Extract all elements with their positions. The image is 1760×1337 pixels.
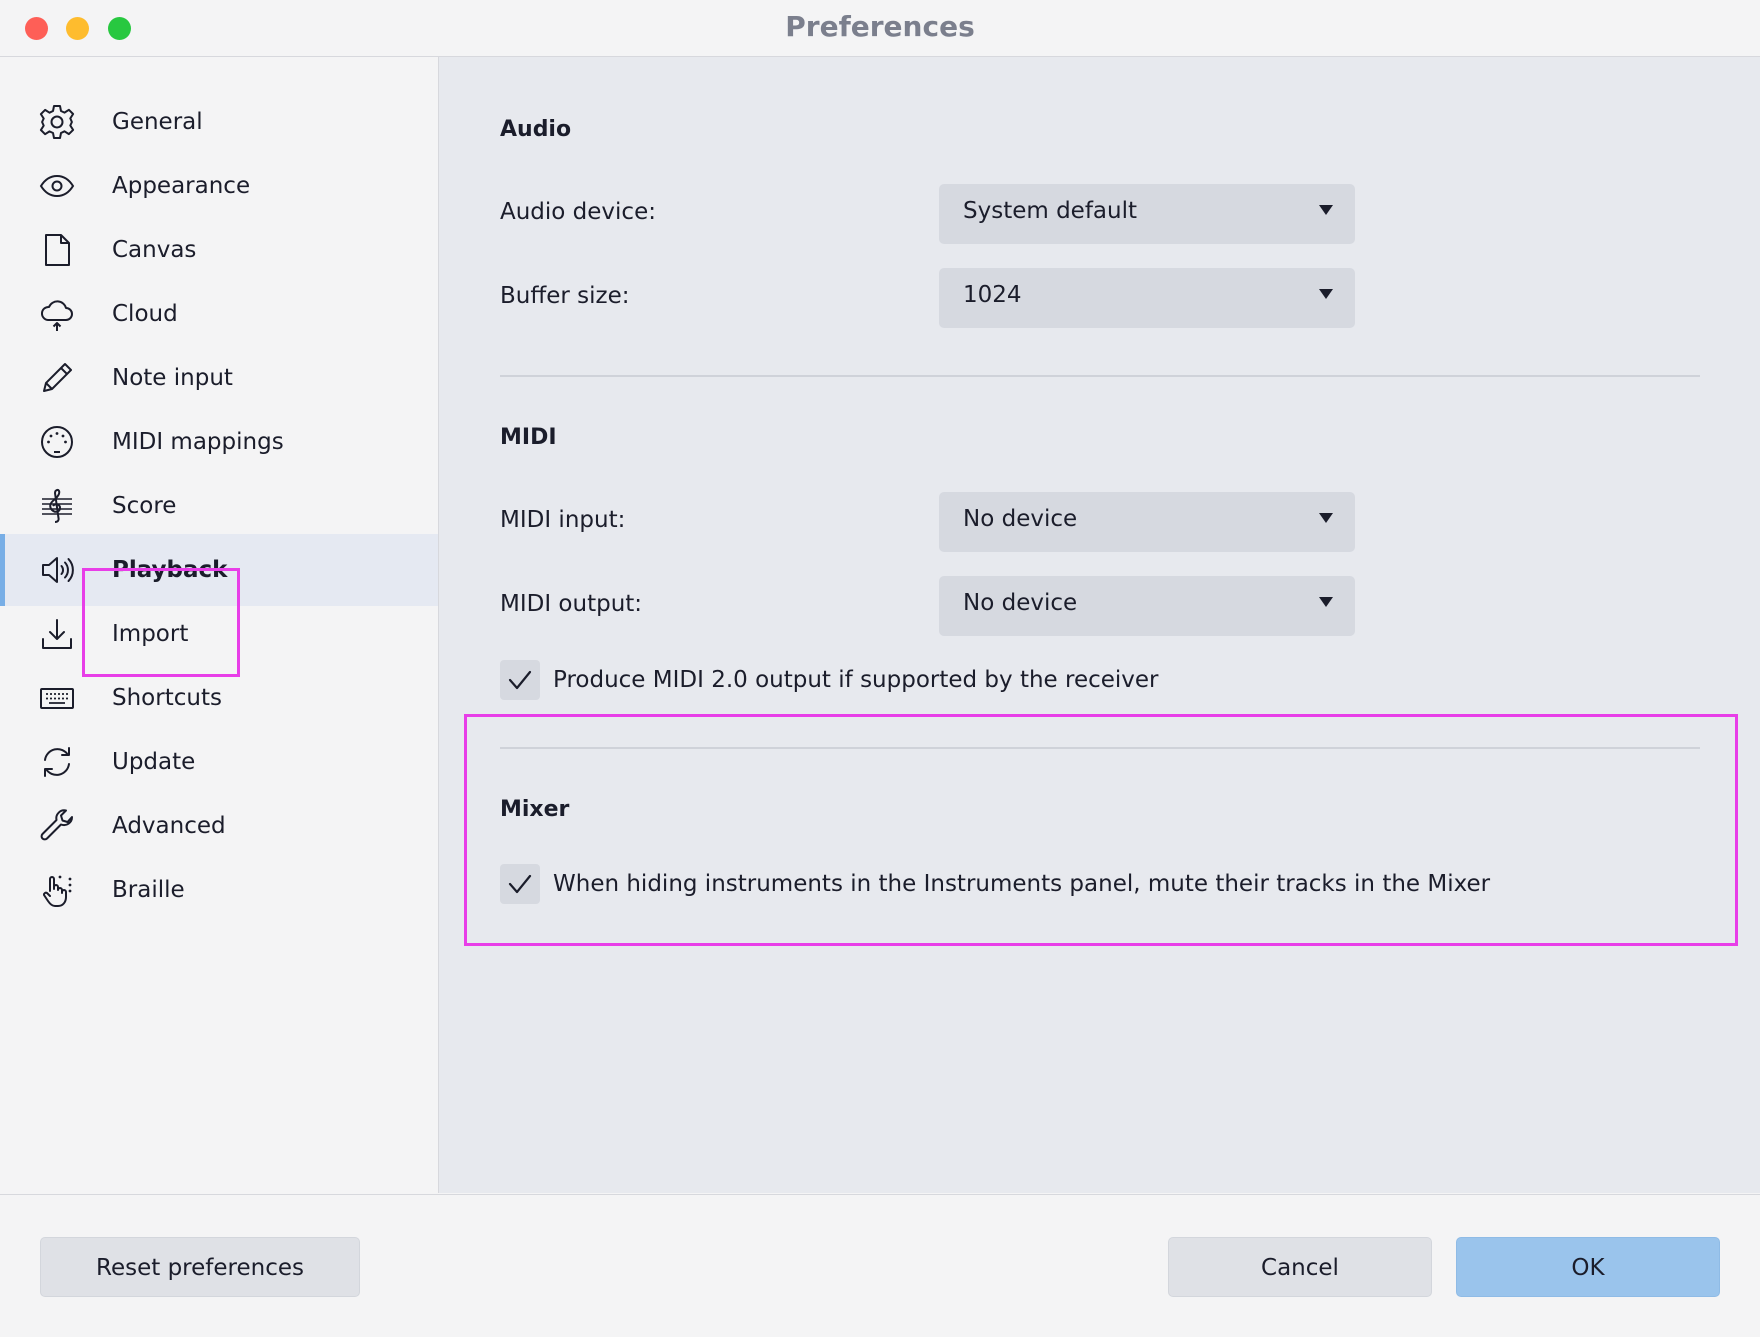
sidebar-item-general[interactable]: General bbox=[0, 86, 438, 158]
treble-clef-icon bbox=[38, 487, 76, 525]
checkmark-icon bbox=[508, 670, 532, 690]
sidebar-item-advanced[interactable]: Advanced bbox=[0, 790, 438, 862]
sidebar-item-appearance[interactable]: Appearance bbox=[0, 150, 438, 222]
pencil-icon bbox=[38, 359, 76, 397]
refresh-icon bbox=[38, 743, 76, 781]
keyboard-icon bbox=[38, 679, 76, 717]
midi-output-label: MIDI output: bbox=[500, 591, 643, 617]
midi2-output-label: Produce MIDI 2.0 output if supported by … bbox=[553, 667, 1159, 693]
midi2-output-checkbox[interactable] bbox=[500, 660, 540, 700]
playback-highlight-box bbox=[82, 568, 240, 677]
midi-connector-icon bbox=[38, 423, 76, 461]
ok-button[interactable]: OK bbox=[1456, 1237, 1720, 1297]
sidebar-item-label: Braille bbox=[112, 877, 185, 903]
sidebar-item-canvas[interactable]: Canvas bbox=[0, 214, 438, 286]
sidebar-item-label: Update bbox=[112, 749, 196, 775]
chevron-down-icon bbox=[1319, 597, 1333, 607]
buffer-size-dropdown[interactable]: 1024 bbox=[939, 268, 1355, 328]
sidebar-item-label: Note input bbox=[112, 365, 233, 391]
midi-input-label: MIDI input: bbox=[500, 507, 626, 533]
sidebar-item-score[interactable]: Score bbox=[0, 470, 438, 542]
sidebar-item-label: Canvas bbox=[112, 237, 197, 263]
midi-output-dropdown[interactable]: No device bbox=[939, 576, 1355, 636]
window-title: Preferences bbox=[785, 10, 975, 43]
midi-input-dropdown[interactable]: No device bbox=[939, 492, 1355, 552]
dialog-footer: Reset preferences Cancel OK bbox=[0, 1194, 1760, 1337]
sidebar-item-braille[interactable]: Braille bbox=[0, 854, 438, 926]
playback-settings-panel: Audio Audio device: System default Buffe… bbox=[439, 57, 1760, 1193]
document-icon bbox=[38, 231, 76, 269]
sidebar-item-note-input[interactable]: Note input bbox=[0, 342, 438, 414]
buffer-size-label: Buffer size: bbox=[500, 283, 630, 309]
sidebar-item-label: General bbox=[112, 109, 203, 135]
audio-device-dropdown[interactable]: System default bbox=[939, 184, 1355, 244]
chevron-down-icon bbox=[1319, 289, 1333, 299]
sidebar-item-label: Shortcuts bbox=[112, 685, 222, 711]
sidebar-item-label: Advanced bbox=[112, 813, 226, 839]
braille-hand-icon bbox=[38, 871, 76, 909]
sidebar-item-cloud[interactable]: Cloud bbox=[0, 278, 438, 350]
cancel-button[interactable]: Cancel bbox=[1168, 1237, 1432, 1297]
chevron-down-icon bbox=[1319, 513, 1333, 523]
sidebar-item-midi-mappings[interactable]: MIDI mappings bbox=[0, 406, 438, 478]
midi-section-title: MIDI bbox=[500, 425, 557, 450]
sidebar-item-label: Score bbox=[112, 493, 177, 519]
midi-output-value: No device bbox=[963, 590, 1078, 616]
sidebar-item-label: MIDI mappings bbox=[112, 429, 284, 455]
section-divider bbox=[500, 375, 1700, 377]
audio-device-value: System default bbox=[963, 198, 1138, 224]
eye-icon bbox=[38, 167, 76, 205]
sidebar-item-label: Appearance bbox=[112, 173, 251, 199]
download-icon bbox=[38, 615, 76, 653]
buffer-size-value: 1024 bbox=[963, 282, 1022, 308]
mixer-highlight-box bbox=[464, 714, 1738, 946]
midi-input-value: No device bbox=[963, 506, 1078, 532]
wrench-icon bbox=[38, 807, 76, 845]
preferences-window: Preferences General Appearance Canvas Cl… bbox=[0, 0, 1760, 1337]
chevron-down-icon bbox=[1319, 205, 1333, 215]
speaker-icon bbox=[38, 551, 76, 589]
reset-preferences-button[interactable]: Reset preferences bbox=[40, 1237, 360, 1297]
cloud-icon bbox=[38, 295, 76, 333]
audio-section-title: Audio bbox=[500, 117, 572, 142]
title-bar: Preferences bbox=[0, 0, 1760, 57]
sidebar-item-label: Cloud bbox=[112, 301, 178, 327]
audio-device-label: Audio device: bbox=[500, 199, 656, 225]
midi2-output-option[interactable]: Produce MIDI 2.0 output if supported by … bbox=[500, 659, 1159, 701]
sidebar-item-update[interactable]: Update bbox=[0, 726, 438, 798]
gear-icon bbox=[38, 103, 76, 141]
